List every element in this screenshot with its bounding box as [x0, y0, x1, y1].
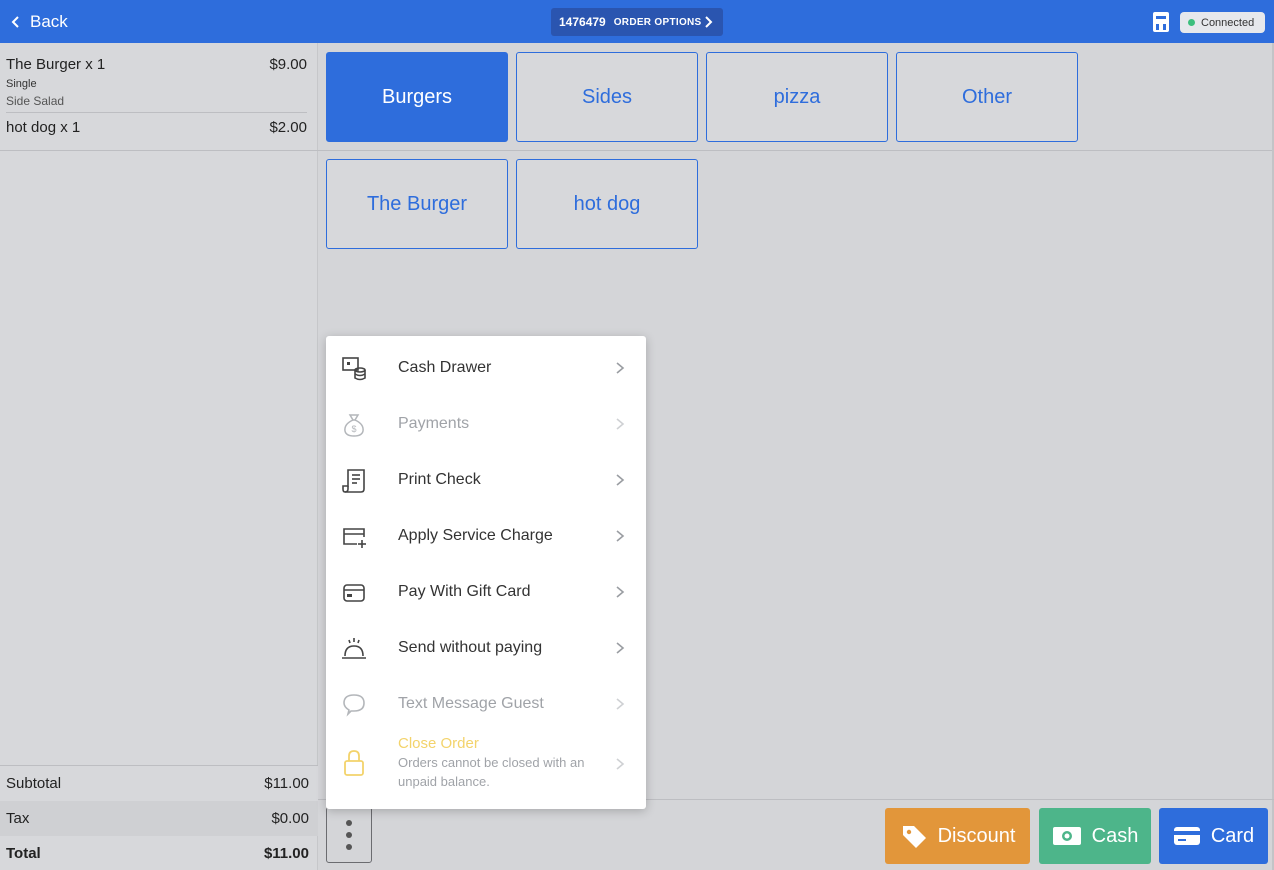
chevron-right-icon	[616, 698, 625, 710]
menu-item-label: Payments	[398, 415, 470, 432]
chevron-right-icon	[616, 642, 625, 654]
order-options-button[interactable]: 1476479 ORDER OPTIONS	[551, 8, 723, 36]
order-options-menu: Cash Drawer $ Payments Print Check Apply…	[326, 336, 646, 809]
connection-status-text: Connected	[1201, 16, 1255, 29]
category-tile-other[interactable]: Other	[896, 52, 1078, 142]
credit-card-icon	[1173, 827, 1200, 845]
tax-value: $0.00	[271, 810, 309, 827]
order-options-label: ORDER OPTIONS	[613, 16, 702, 28]
money-bag-icon: $	[344, 414, 364, 437]
tag-icon	[902, 826, 926, 848]
lock-icon	[344, 750, 364, 776]
card-plus-icon	[343, 528, 366, 548]
chevron-left-icon	[11, 15, 19, 28]
menu-item-send-without-paying[interactable]: Send without paying	[326, 620, 646, 676]
chevron-right-icon	[705, 16, 713, 28]
order-item-modifier: Side Salad	[6, 94, 65, 108]
order-line-item[interactable]: The Burger x 1 $9.00 Single Side Salad	[6, 56, 307, 113]
discount-button[interactable]: Discount	[885, 808, 1030, 864]
subtotal-value: $11.00	[264, 775, 309, 792]
gift-card-icon	[343, 584, 365, 602]
order-item-modifier: Single	[6, 78, 37, 90]
chevron-right-icon	[616, 586, 625, 598]
total-label: Total	[6, 845, 41, 862]
order-panel: The Burger x 1 $9.00 Single Side Salad h…	[0, 43, 318, 870]
menu-item-text-message-guest[interactable]: Text Message Guest	[326, 676, 646, 732]
menu-item-pay-with-gift-card[interactable]: Pay With Gift Card	[326, 564, 646, 620]
chevron-right-icon	[616, 530, 625, 542]
more-options-button[interactable]	[326, 807, 372, 863]
menu-item-payments[interactable]: $ Payments	[326, 396, 646, 452]
order-item-price: $9.00	[269, 56, 307, 73]
order-item-price: $2.00	[269, 119, 307, 136]
category-tile-pizza[interactable]: pizza	[706, 52, 888, 142]
menu-item-print-check[interactable]: Print Check	[326, 452, 646, 508]
menu-item-label: Cash Drawer	[398, 359, 492, 376]
back-label: Back	[30, 11, 68, 31]
menu-item-tile[interactable]: hot dog	[516, 159, 698, 249]
vertical-dots-icon	[346, 820, 352, 850]
chevron-right-icon	[616, 362, 625, 374]
card-label: Card	[1210, 824, 1255, 847]
svg-text:$: $	[351, 424, 356, 434]
chat-bubble-icon	[343, 694, 365, 717]
discount-label: Discount	[937, 824, 1016, 847]
category-tile-burgers[interactable]: Burgers	[326, 52, 508, 142]
printer-icon[interactable]	[1151, 11, 1171, 33]
cash-drawer-icon	[342, 357, 366, 381]
menu-item-apply-service-charge[interactable]: Apply Service Charge	[326, 508, 646, 564]
close-order-title: Close Order	[398, 735, 479, 752]
order-item-name: The Burger x 1	[6, 56, 106, 73]
order-number: 1476479	[559, 15, 606, 29]
cash-icon	[1052, 827, 1081, 845]
back-button[interactable]: Back	[8, 0, 68, 43]
menu-item-label: Pay With Gift Card	[398, 583, 531, 600]
chevron-right-icon	[616, 758, 625, 770]
divider	[0, 150, 318, 151]
connection-status-badge: Connected	[1180, 12, 1265, 33]
menu-item-cash-drawer[interactable]: Cash Drawer	[326, 340, 646, 396]
card-button[interactable]: Card	[1159, 808, 1268, 864]
cash-button[interactable]: Cash	[1039, 808, 1151, 864]
divider	[318, 150, 1274, 151]
chevron-right-icon	[616, 474, 625, 486]
receipt-icon	[342, 469, 365, 493]
menu-item-label: Print Check	[398, 471, 481, 488]
menu-item-label: Send without paying	[398, 639, 543, 656]
chevron-right-icon	[616, 418, 625, 430]
menu-item-tile[interactable]: The Burger	[326, 159, 508, 249]
cash-label: Cash	[1091, 824, 1139, 847]
order-item-name: hot dog x 1	[6, 119, 81, 136]
menu-item-close-order[interactable]: Close Order Orders cannot be closed with…	[326, 732, 646, 796]
menu-item-label: Apply Service Charge	[398, 527, 553, 544]
subtotal-label: Subtotal	[6, 775, 62, 792]
menu-item-label: Text Message Guest	[398, 695, 544, 712]
total-row: Total $11.00	[0, 836, 318, 870]
close-order-description: Orders cannot be closed with an unpaid b…	[398, 755, 585, 789]
total-value: $11.00	[263, 845, 309, 862]
order-line-item[interactable]: hot dog x 1 $2.00	[6, 119, 307, 151]
subtotal-row: Subtotal $11.00	[0, 766, 318, 801]
tax-label: Tax	[6, 810, 30, 827]
category-tile-sides[interactable]: Sides	[516, 52, 698, 142]
status-dot	[1188, 19, 1195, 26]
cloche-icon	[342, 638, 366, 659]
tax-row: Tax $0.00	[0, 801, 318, 836]
top-bar: Back 1476479 ORDER OPTIONS Connected	[0, 0, 1274, 43]
